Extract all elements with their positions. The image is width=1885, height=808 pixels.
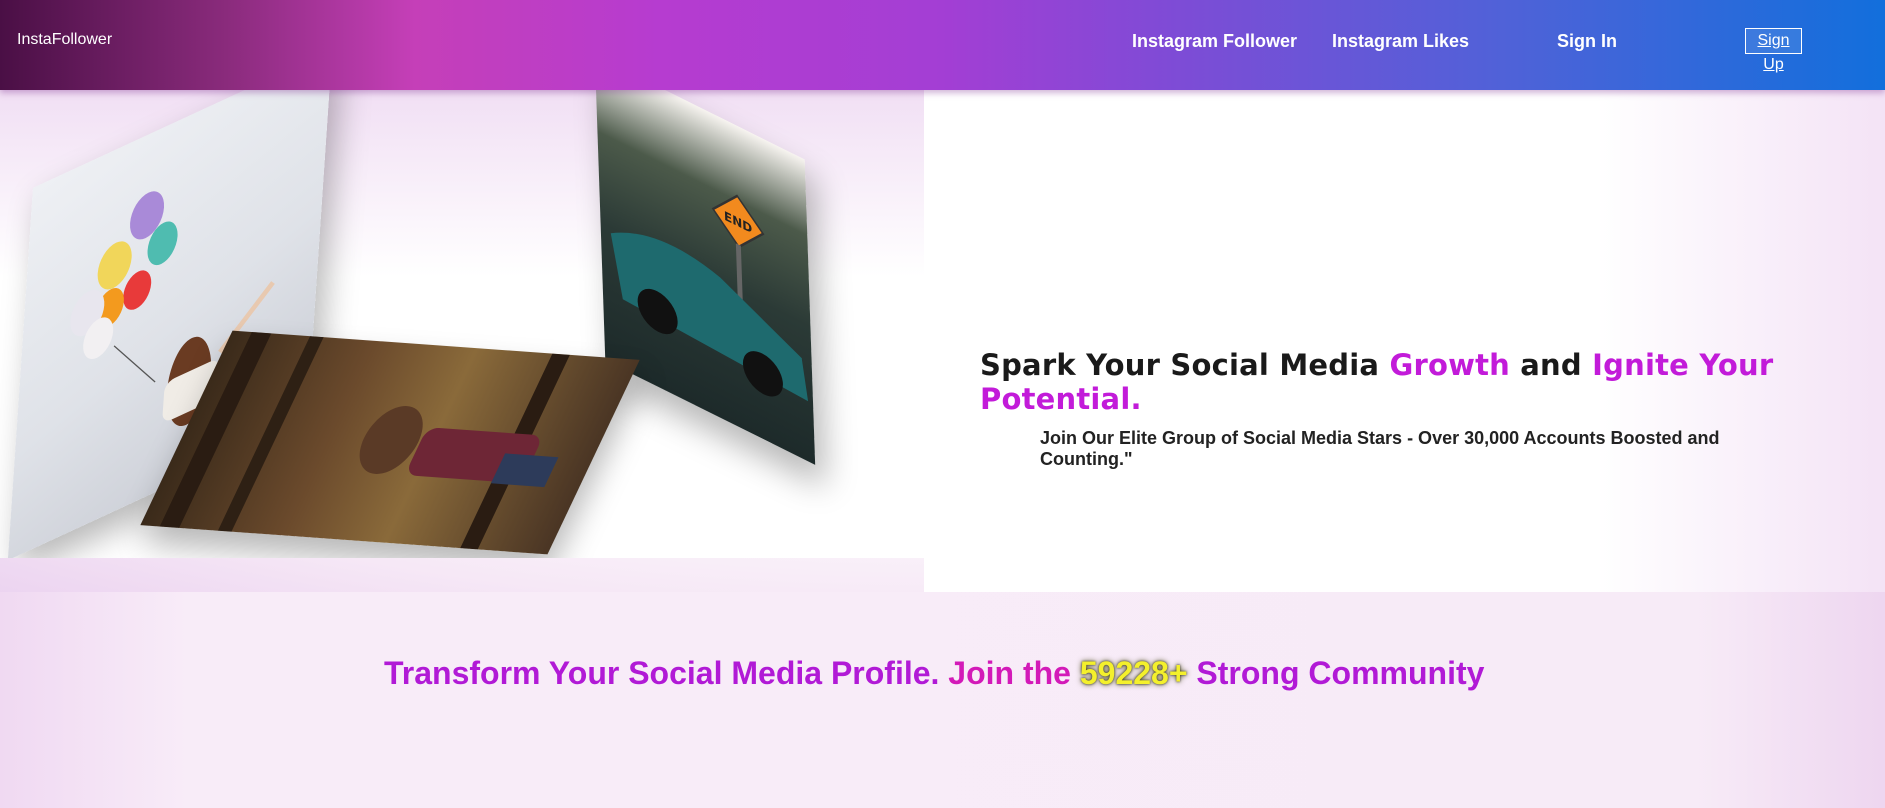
headline-growth: Growth: [1389, 348, 1510, 382]
headline-part-1: Spark Your Social Media: [980, 348, 1390, 382]
hero-text-panel: [924, 90, 1885, 592]
headline-part-2: and: [1509, 348, 1593, 382]
community-part-2: Join the: [948, 655, 1080, 691]
hero-subline: Join Our Elite Group of Social Media Sta…: [1040, 428, 1720, 469]
forest-girl-photo: [140, 330, 640, 555]
community-part-1: Transform Your Social Media Profile.: [384, 655, 949, 691]
community-count: 59228+: [1079, 655, 1188, 691]
sign-up-button[interactable]: Sign Up: [1745, 28, 1802, 73]
brand-logo[interactable]: InstaFollower: [17, 31, 112, 49]
forest-illustration: [159, 331, 570, 550]
community-section: [0, 592, 1885, 808]
nav-sign-in[interactable]: Sign In: [1557, 31, 1617, 52]
sports-car-photo: END: [594, 90, 816, 465]
community-banner: Transform Your Social Media Profile. Joi…: [384, 655, 1484, 692]
top-navbar: InstaFollower Instagram Follower Instagr…: [0, 0, 1885, 90]
hero-section: END Spark Your Social Media Growth and I…: [0, 90, 1885, 592]
car-illustration: END: [610, 194, 809, 402]
nav-instagram-follower[interactable]: Instagram Follower: [1132, 31, 1297, 52]
community-part-3: Strong Community: [1187, 655, 1485, 691]
nav-instagram-likes[interactable]: Instagram Likes: [1332, 31, 1469, 52]
hero-headline: Spark Your Social Media Growth and Ignit…: [980, 348, 1860, 416]
photo-collage: END: [0, 90, 925, 558]
